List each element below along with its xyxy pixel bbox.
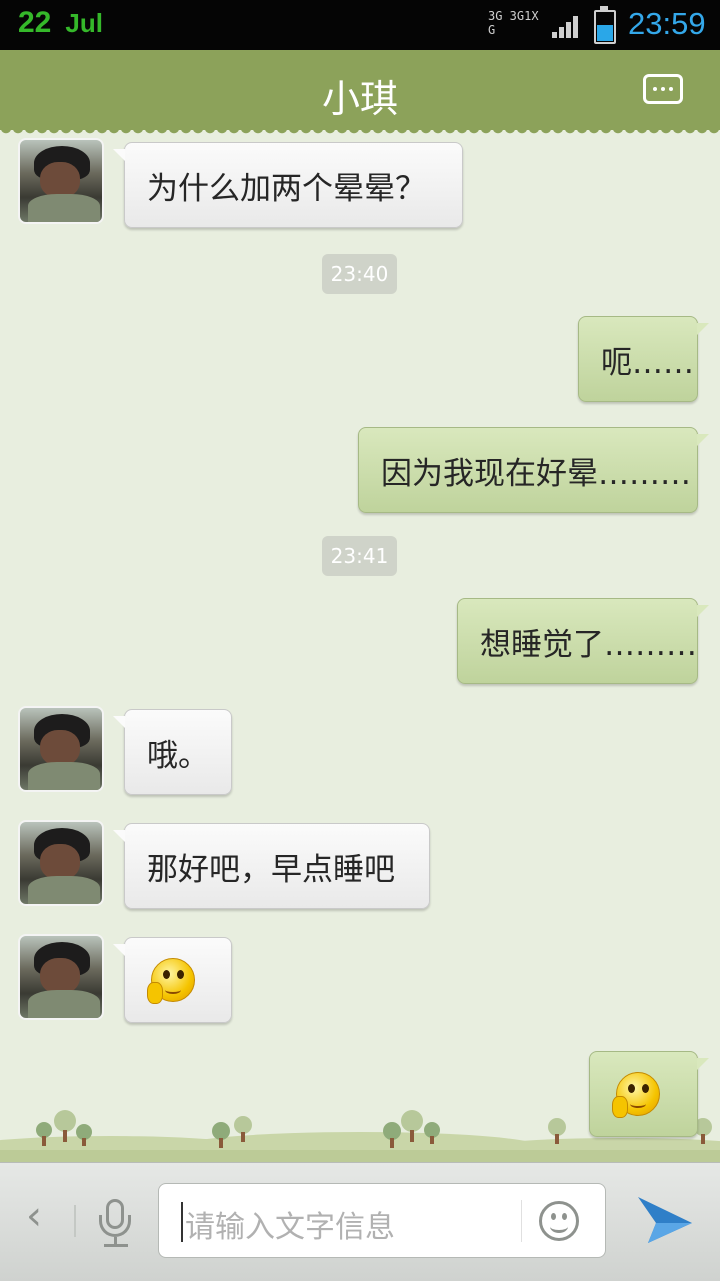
contact-avatar[interactable] — [20, 140, 102, 222]
status-bar: 22 Jul 3G 3G1X G 23:59 — [0, 0, 720, 50]
message-bubble-outgoing[interactable]: 因为我现在好晕……… — [358, 427, 709, 513]
network-g-label: G — [488, 23, 496, 37]
divider — [521, 1200, 522, 1242]
smiley-icon[interactable] — [539, 1201, 579, 1241]
message-bubble-outgoing[interactable]: 想睡觉了……… — [457, 598, 709, 684]
thinking-face-emoji — [147, 956, 195, 1004]
message-text: 因为我现在好晕……… — [381, 455, 691, 492]
message-bubble-incoming[interactable]: 为什么加两个晕晕？ — [113, 142, 463, 228]
contact-avatar[interactable] — [20, 936, 102, 1018]
message-input[interactable]: 请输入文字信息 — [158, 1183, 606, 1258]
timestamp-divider: 23:40 — [322, 254, 397, 294]
message-bubble-incoming[interactable]: 那好吧，早点睡吧 — [113, 823, 430, 909]
input-bar: ‹ 请输入文字信息 — [0, 1162, 720, 1281]
network-indicator: 3G 3G1X G — [488, 9, 539, 37]
battery-icon — [594, 6, 616, 44]
message-text: 那好吧，早点睡吧 — [147, 851, 395, 888]
divider — [74, 1205, 76, 1237]
message-text: 哦。 — [147, 737, 209, 774]
status-date: 22 Jul — [18, 6, 103, 40]
text-caret — [181, 1202, 183, 1242]
status-day: 22 — [18, 6, 52, 39]
contact-avatar[interactable] — [20, 822, 102, 904]
paper-plane-icon[interactable] — [636, 1193, 694, 1249]
network-type-label: 3G 3G1X — [488, 9, 539, 23]
message-input-placeholder: 请输入文字信息 — [185, 1210, 395, 1245]
microphone-icon[interactable] — [98, 1199, 134, 1249]
more-dots-icon[interactable] — [643, 74, 683, 104]
signal-icon — [552, 14, 582, 38]
message-text: 呃…… — [601, 344, 694, 381]
timestamp-divider: 23:41 — [322, 536, 397, 576]
message-bubble-outgoing[interactable] — [589, 1051, 709, 1137]
thinking-face-emoji — [612, 1070, 660, 1118]
contact-avatar[interactable] — [20, 708, 102, 790]
chevron-left-icon[interactable]: ‹ — [26, 1193, 42, 1239]
message-bubble-incoming[interactable] — [113, 937, 232, 1023]
message-text: 为什么加两个晕晕？ — [147, 170, 426, 207]
chat-header: 小琪 — [0, 50, 720, 136]
message-text: 想睡觉了……… — [480, 626, 697, 663]
status-time: 23:59 — [628, 6, 706, 41]
status-month: Jul — [65, 8, 103, 38]
contact-name: 小琪 — [321, 77, 398, 121]
message-bubble-outgoing[interactable]: 呃…… — [578, 316, 709, 402]
message-bubble-incoming[interactable]: 哦。 — [113, 709, 232, 795]
